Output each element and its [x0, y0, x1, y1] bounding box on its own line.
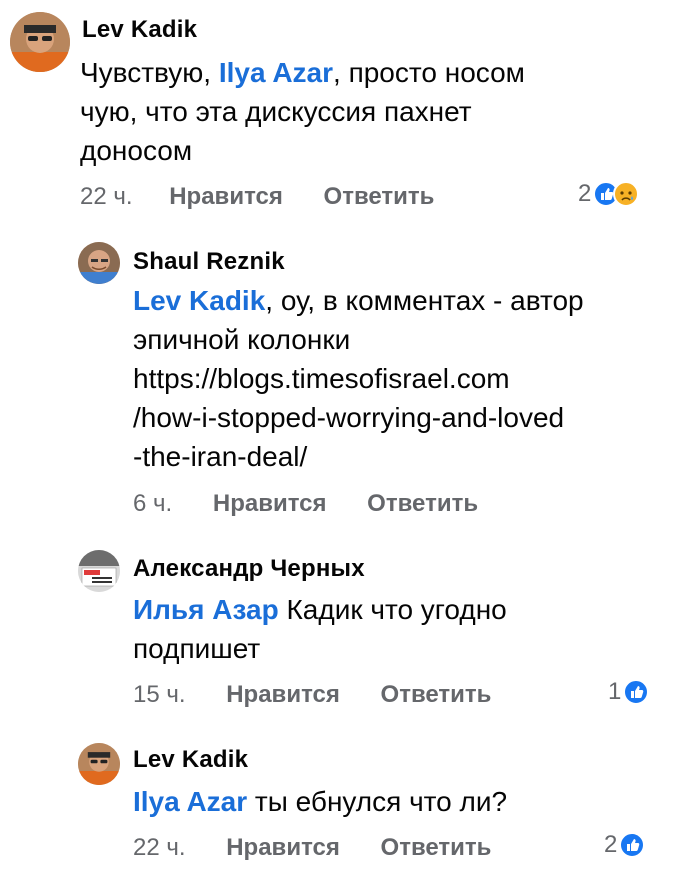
comment-text: Чувствую, Ilya Azar, просто носом чую, ч…: [80, 57, 525, 166]
like-button[interactable]: Нравится: [169, 183, 283, 211]
comment-author[interactable]: Lev Kadik: [133, 746, 248, 774]
mention-link[interactable]: Ilya Azar: [219, 57, 333, 88]
reaction-count: 1: [608, 678, 622, 705]
avatar[interactable]: [10, 12, 70, 72]
reply-button[interactable]: Ответить: [324, 183, 435, 211]
reaction-count: 2: [604, 831, 618, 858]
reply-button[interactable]: Ответить: [381, 834, 492, 862]
comment-meta: 15 ч. Нравится Ответить: [133, 681, 491, 709]
mention-link[interactable]: Ilya Azar: [133, 786, 247, 817]
comment-meta: 6 ч. Нравится Ответить: [133, 490, 478, 518]
comment-3: Александр Черных Илья Азар Кадик что уго…: [0, 540, 680, 720]
like-icon: [623, 679, 650, 705]
comment-time[interactable]: 22 ч.: [80, 183, 133, 211]
avatar-lev-kadik-icon: [78, 743, 120, 785]
comment-author[interactable]: Александр Черных: [133, 555, 365, 583]
mention-link[interactable]: Lev Kadik: [133, 285, 265, 316]
comment-time[interactable]: 22 ч.: [133, 834, 186, 862]
comment-text: Lev Kadik, оу, в комментах - автор эпичн…: [133, 285, 584, 472]
like-button[interactable]: Нравится: [213, 490, 327, 518]
article-link[interactable]: https://blogs.timesofisrael.com: [133, 359, 584, 398]
comment-4: Lev Kadik Ilya Azar ты ебнулся что ли? 2…: [0, 735, 680, 879]
reaction-summary[interactable]: 1: [608, 678, 650, 706]
avatar[interactable]: [78, 743, 120, 785]
sad-icon: [613, 181, 640, 207]
comment-meta: 22 ч. Нравится Ответить: [80, 183, 434, 211]
comment-time[interactable]: 6 ч.: [133, 490, 172, 518]
reply-button[interactable]: Ответить: [367, 490, 478, 518]
avatar[interactable]: [78, 242, 120, 284]
mention-link[interactable]: Илья Азар: [133, 594, 279, 625]
like-icon: [619, 832, 646, 858]
avatar[interactable]: [78, 550, 120, 592]
reaction-summary[interactable]: 2: [578, 180, 640, 208]
like-button[interactable]: Нравится: [226, 834, 340, 862]
comment-1: Lev Kadik Чувствую, Ilya Azar, просто но…: [0, 0, 680, 215]
comment-2: Shaul Reznik Lev Kadik, оу, в комментах …: [0, 230, 680, 520]
like-button[interactable]: Нравится: [226, 681, 340, 709]
comment-text: Ilya Azar ты ебнулся что ли?: [133, 786, 508, 817]
comment-meta: 22 ч. Нравится Ответить: [133, 834, 491, 862]
avatar-aleksandr-chernykh-icon: [78, 550, 120, 592]
reply-button[interactable]: Ответить: [381, 681, 492, 709]
comment-text: Илья Азар Кадик что угодно подпишет: [133, 594, 507, 664]
comment-author[interactable]: Shaul Reznik: [133, 248, 285, 276]
reaction-count: 2: [578, 180, 592, 207]
comment-time[interactable]: 15 ч.: [133, 681, 186, 709]
reaction-summary[interactable]: 2: [604, 831, 646, 859]
avatar-lev-kadik-icon: [10, 12, 70, 72]
avatar-shaul-reznik-icon: [78, 242, 120, 284]
comment-author[interactable]: Lev Kadik: [82, 16, 197, 44]
